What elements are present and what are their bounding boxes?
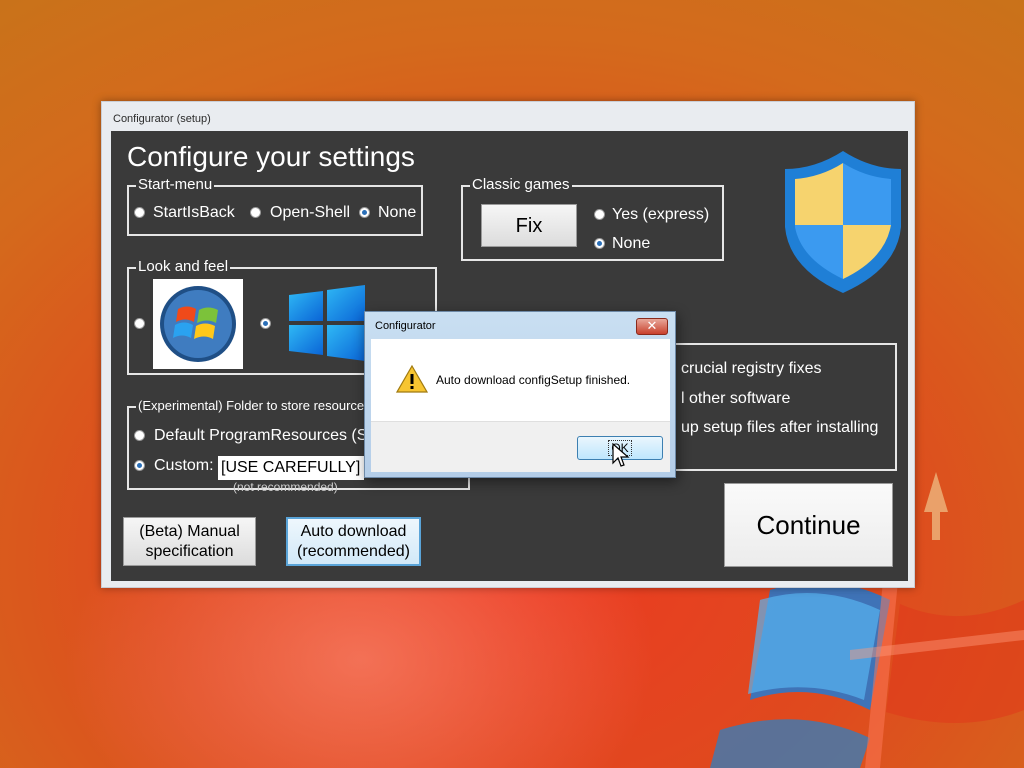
radio-open-shell[interactable] bbox=[250, 207, 261, 218]
desktop-windows-logo bbox=[710, 560, 1024, 768]
custom-folder-note: (not recommended) bbox=[233, 480, 338, 494]
manual-button-line2: specification bbox=[145, 542, 234, 560]
option-open-shell-label: Open-Shell bbox=[270, 204, 351, 221]
option-games-yes-label: Yes (express) bbox=[612, 206, 710, 223]
folder-legend: (Experimental) Folder to store resource bbox=[136, 397, 367, 415]
extras-group: crucial registry fixes l other software … bbox=[651, 343, 897, 471]
windows-7-logo-image[interactable] bbox=[153, 279, 243, 369]
extras-other-software-label: l other software bbox=[681, 390, 791, 407]
auto-button-line2: (recommended) bbox=[297, 542, 410, 560]
radio-startisback[interactable] bbox=[134, 207, 145, 218]
custom-folder-input[interactable]: [USE CAREFULLY] bbox=[218, 456, 364, 480]
continue-button[interactable]: Continue bbox=[724, 483, 893, 567]
radio-folder-default[interactable] bbox=[134, 430, 145, 441]
radio-start-none[interactable] bbox=[359, 207, 370, 218]
warning-icon bbox=[396, 365, 428, 393]
extras-registry-fixes-label: crucial registry fixes bbox=[681, 360, 822, 377]
option-startisback-label: StartIsBack bbox=[153, 204, 235, 221]
dialog-title: Configurator bbox=[375, 320, 436, 332]
radio-games-yes[interactable] bbox=[594, 209, 605, 220]
manual-specification-button[interactable]: (Beta) Manual specification bbox=[123, 517, 256, 566]
window-title: Configurator (setup) bbox=[113, 113, 211, 125]
dialog-close-button[interactable]: ✕ bbox=[636, 318, 668, 335]
auto-download-button[interactable]: Auto download (recommended) bbox=[286, 517, 421, 566]
classic-games-legend: Classic games bbox=[470, 176, 572, 194]
radio-look-win11[interactable] bbox=[260, 318, 271, 329]
option-folder-default-label: Default ProgramResources (S bbox=[154, 427, 368, 444]
security-shield-icon bbox=[785, 151, 901, 293]
page-heading: Configure your settings bbox=[127, 141, 415, 172]
start-menu-group: Start-menu StartIsBack Open-Shell None bbox=[127, 176, 423, 236]
dialog-message: Auto download configSetup finished. bbox=[436, 373, 631, 387]
radio-games-none[interactable] bbox=[594, 238, 605, 249]
manual-button-line1: (Beta) Manual bbox=[139, 522, 240, 540]
windows-11-logo-image[interactable] bbox=[287, 283, 367, 363]
extras-cleanup-label: up setup files after installing bbox=[681, 419, 879, 436]
option-start-none-label: None bbox=[378, 204, 417, 221]
radio-look-win7[interactable] bbox=[134, 318, 145, 329]
option-folder-custom-label: Custom: bbox=[154, 457, 214, 474]
fix-button[interactable]: Fix bbox=[481, 204, 577, 247]
start-menu-legend: Start-menu bbox=[136, 176, 215, 194]
option-games-none-label: None bbox=[612, 235, 651, 252]
auto-button-line1: Auto download bbox=[300, 522, 407, 540]
desktop-tree-decoration bbox=[924, 472, 948, 540]
mouse-pointer-icon bbox=[612, 443, 630, 467]
classic-games-group: Classic games Fix Yes (express) None bbox=[461, 176, 724, 261]
radio-folder-custom[interactable] bbox=[134, 460, 145, 471]
look-and-feel-legend: Look and feel bbox=[136, 258, 231, 276]
